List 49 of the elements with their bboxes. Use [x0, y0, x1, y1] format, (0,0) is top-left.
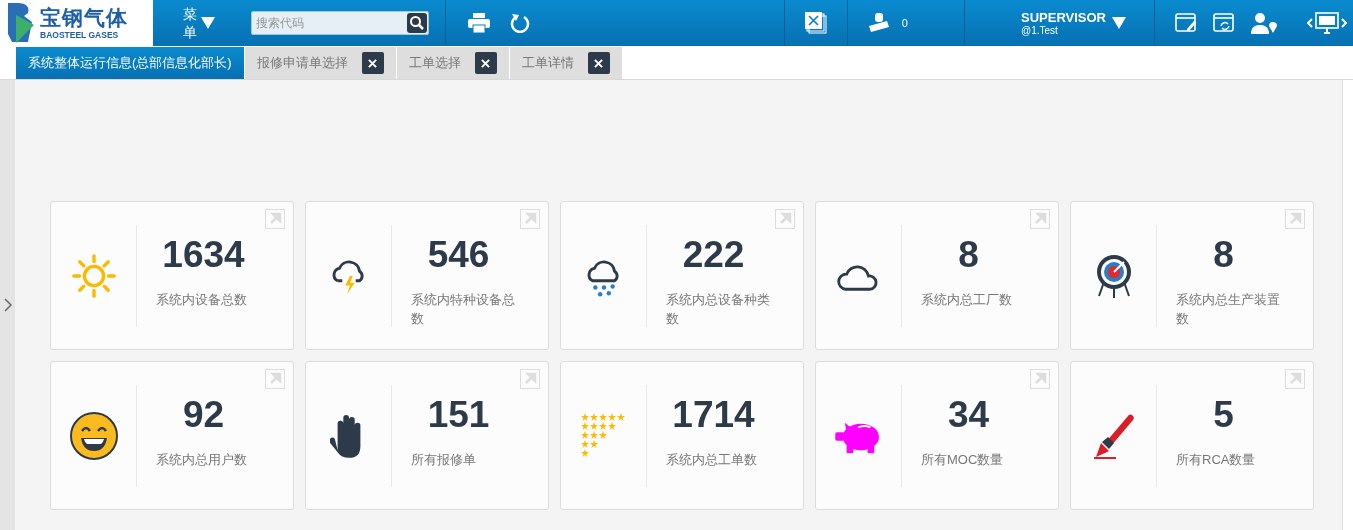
stat-value: 1714 [671, 394, 756, 436]
close-tab-icon[interactable] [474, 52, 497, 74]
user-location-icon[interactable] [1251, 12, 1279, 34]
stat-value: 8 [1212, 234, 1235, 276]
stat-value: 222 [681, 234, 746, 276]
print-icon[interactable] [468, 13, 490, 33]
tab[interactable]: 系统整体运行信息(总部信息化部长) [16, 47, 245, 79]
logo-name: 宝钢气体 [40, 6, 128, 30]
stat-value: 34 [946, 394, 991, 436]
tab[interactable]: 报修申请单选择 [244, 47, 397, 79]
stat-label: 系统内设备总数 [156, 291, 248, 309]
stat-value: 151 [426, 394, 491, 436]
close-tab-icon[interactable] [361, 52, 384, 74]
close-tab-icon[interactable] [587, 52, 610, 74]
stat-value: 5 [1212, 394, 1235, 436]
search-field[interactable]: 搜索代码 [251, 11, 429, 35]
smiley-icon [68, 410, 119, 461]
edit-window-icon[interactable] [1175, 13, 1197, 33]
monitor-icon[interactable] [1315, 12, 1339, 34]
logo-icon [6, 1, 36, 45]
stat-label: 系统内总工厂数 [921, 291, 1013, 309]
stat-value: 546 [426, 234, 491, 276]
tab[interactable]: 工单详情 [509, 47, 623, 79]
stamp-count: 0 [901, 17, 908, 29]
scrollbar[interactable] [1342, 80, 1353, 530]
sidebar-toggle[interactable] [0, 80, 15, 530]
caret-icon[interactable] [1112, 17, 1126, 29]
stat-label: 所有报修单 [411, 451, 477, 469]
logo-subtitle: BAOSTEEL GASES [40, 30, 119, 40]
stamp-icon[interactable] [867, 12, 890, 34]
stat-label: 系统内总生产装置数 [1176, 291, 1281, 328]
close-windows-icon[interactable] [804, 12, 827, 34]
stat-label: 系统内总工单数 [666, 451, 758, 469]
caret-icon[interactable] [201, 17, 215, 29]
menu-button[interactable]: 菜单 [183, 5, 215, 41]
refresh-window-icon[interactable] [1213, 13, 1235, 33]
search-icon[interactable] [407, 13, 427, 33]
stat-label: 系统内总设备种类数 [666, 291, 771, 328]
refresh-icon[interactable] [510, 13, 530, 33]
stat-label: 所有RCA数量 [1176, 451, 1257, 469]
stars-icon [581, 413, 626, 458]
stat-value: 92 [181, 394, 226, 436]
sun-icon [69, 251, 118, 300]
stat-label: 系统内总用户数 [156, 451, 248, 469]
stat-label: 所有MOC数量 [921, 451, 1005, 469]
tab[interactable]: 工单选择 [396, 47, 510, 79]
stat-value: 8 [957, 234, 980, 276]
stat-label: 系统内特种设备总数 [411, 291, 516, 328]
stat-value: 1634 [161, 234, 246, 276]
